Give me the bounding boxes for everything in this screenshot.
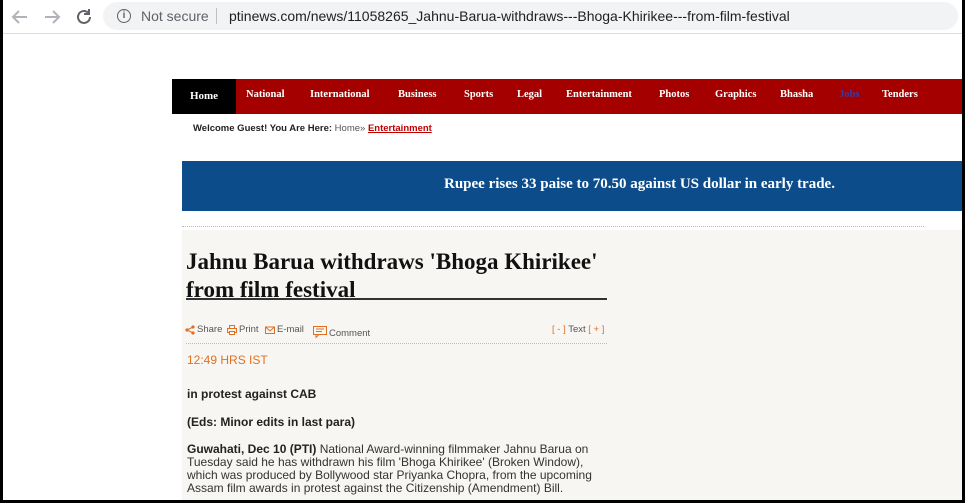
email-icon [265, 325, 275, 335]
breadcrumb: Welcome Guest! You Are Here: Home» Enter… [193, 123, 432, 134]
share-icon [185, 324, 195, 335]
nav-graphics[interactable]: Graphics [715, 79, 756, 114]
comment-button[interactable]: Comment [313, 324, 370, 339]
comment-icon [313, 325, 327, 338]
info-icon[interactable]: i [117, 9, 131, 23]
back-arrow-icon [9, 6, 31, 28]
share-label: Share [197, 324, 223, 335]
browser-window: i Not secure ptinews.com/news/11058265_J… [3, 0, 962, 500]
breadcrumb-entertainment[interactable]: Entertainment [368, 123, 432, 134]
nav-home[interactable]: Home [172, 79, 236, 114]
article-headline: Jahnu Barua withdraws 'Bhoga Khirikee' f… [186, 249, 598, 302]
comment-label: Comment [329, 328, 371, 339]
print-label: Print [239, 324, 259, 335]
headline-underline [186, 298, 607, 300]
email-label: E-mail [277, 324, 304, 335]
tools-divider [186, 343, 607, 344]
nav-jobs[interactable]: Jobs [839, 79, 859, 114]
nav-legal[interactable]: Legal [517, 79, 542, 114]
print-button[interactable]: Print [227, 324, 259, 335]
reload-button[interactable] [73, 6, 95, 28]
article-dateline: Guwahati, Dec 10 (PTI) [187, 442, 317, 456]
security-label: Not secure [141, 8, 209, 24]
print-icon [227, 324, 237, 335]
article-subhead: in protest against CAB [187, 387, 317, 401]
text-size-label: Text [568, 324, 586, 335]
forward-button[interactable] [41, 6, 63, 28]
url-divider [216, 8, 217, 24]
welcome-text: Welcome Guest! You Are Here: [193, 123, 333, 134]
editor-note: (Eds: Minor edits in last para) [187, 415, 356, 429]
breadcrumb-home[interactable]: Home [335, 123, 360, 134]
ticker-headline[interactable]: Rupee rises 33 paise to 70.50 against US… [444, 176, 835, 193]
nav-tenders[interactable]: Tenders [882, 79, 918, 114]
back-button[interactable] [9, 6, 31, 28]
page-margin [3, 34, 170, 500]
url-field[interactable]: i Not secure ptinews.com/news/11058265_J… [103, 2, 958, 30]
nav-sports[interactable]: Sports [464, 79, 493, 114]
text-size-control: [ - ] Text [ + ] [552, 324, 604, 335]
text-decrease-button[interactable]: [ - ] [552, 324, 566, 335]
reload-icon [73, 6, 95, 28]
nav-bhasha[interactable]: Bhasha [780, 79, 813, 114]
article-body: Guwahati, Dec 10 (PTI) National Award-wi… [187, 443, 612, 495]
nav-international[interactable]: International [310, 79, 370, 114]
article-time: 12:49 HRS IST [187, 353, 268, 367]
share-button[interactable]: Share [185, 324, 222, 335]
text-increase-button[interactable]: [ + ] [588, 324, 604, 335]
nav-business[interactable]: Business [398, 79, 437, 114]
url-text[interactable]: ptinews.com/news/11058265_Jahnu-Barua-wi… [229, 8, 790, 24]
breadcrumb-separator: » [360, 123, 366, 134]
nav-photos[interactable]: Photos [659, 79, 689, 114]
main-nav: Home National International Business Spo… [172, 79, 962, 114]
site-container: Home National International Business Spo… [170, 34, 962, 500]
nav-national[interactable]: National [246, 79, 285, 114]
news-ticker: Rupee rises 33 paise to 70.50 against US… [182, 161, 962, 211]
email-button[interactable]: E-mail [265, 324, 304, 335]
nav-entertainment[interactable]: Entertainment [566, 79, 632, 114]
divider [182, 226, 924, 227]
address-bar: i Not secure ptinews.com/news/11058265_J… [3, 0, 962, 34]
forward-arrow-icon [41, 6, 63, 28]
web-page: Home National International Business Spo… [3, 34, 962, 500]
